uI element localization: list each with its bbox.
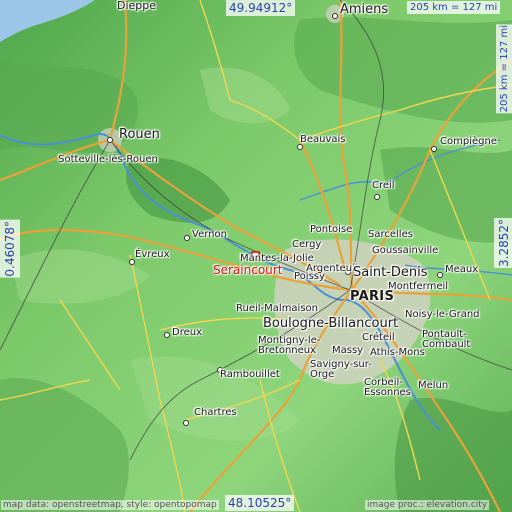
city-label-argenteuil: Argenteuil bbox=[306, 263, 358, 274]
city-label-paris: PARIS bbox=[350, 289, 395, 304]
city-label-sarcelles: Sarcelles bbox=[368, 229, 413, 240]
right-longitude-label: 3.2852° bbox=[494, 218, 512, 268]
city-label-montfermeil: Montfermeil bbox=[388, 281, 449, 292]
city-label-pontoise: Pontoise bbox=[310, 224, 353, 235]
horizontal-scale-label: 205 km = 127 mi bbox=[407, 1, 501, 14]
bottom-latitude-label: 48.10525° bbox=[225, 495, 295, 511]
city-label-boulogne: Boulogne-Billancourt bbox=[263, 316, 399, 331]
city-label-massy: Massy bbox=[332, 345, 364, 356]
city-label-rueil: Rueil-Malmaison bbox=[236, 303, 319, 314]
city-label-pontault: Pontault-Combault bbox=[422, 329, 471, 350]
city-label-evreux: Évreux bbox=[135, 249, 170, 260]
map-view[interactable]: Dieppe Amiens Rouen Sotteville-lès-Rouen… bbox=[0, 0, 512, 512]
city-label-creil: Creil bbox=[372, 180, 395, 191]
city-label-vernon: Vernon bbox=[192, 229, 227, 240]
selected-town-label: Seraincourt bbox=[213, 263, 283, 277]
city-label-amiens: Amiens bbox=[340, 2, 389, 17]
city-label-compiegne: Compiègne bbox=[440, 136, 497, 147]
city-label-athis: Athis-Mons bbox=[370, 347, 425, 358]
left-longitude-label: 0.46078° bbox=[0, 220, 20, 278]
city-label-meaux: Meaux bbox=[445, 264, 479, 275]
city-label-montigny: Montigny-le-Bretonneux bbox=[258, 335, 321, 356]
city-label-rambouillet: Rambouillet bbox=[220, 369, 280, 380]
city-label-cergy: Cergy bbox=[292, 239, 322, 250]
city-label-dreux: Dreux bbox=[172, 327, 202, 338]
city-label-saint-denis: Saint-Denis bbox=[353, 265, 428, 280]
city-label-melun: Melun bbox=[418, 380, 449, 391]
city-label-creteil: Créteil bbox=[362, 332, 395, 343]
vertical-scale-label: 205 km = 127 mi bbox=[496, 24, 512, 114]
city-label-rouen: Rouen bbox=[119, 127, 160, 142]
image-credit: image proc.: elevation.city bbox=[365, 500, 490, 510]
top-latitude-label: 49.94912° bbox=[226, 0, 296, 16]
city-label-chartres: Chartres bbox=[194, 407, 237, 418]
city-label-sotteville: Sotteville-lès-Rouen bbox=[58, 154, 158, 165]
city-label-corbeil: Corbeil-Essonnes bbox=[364, 377, 411, 398]
city-label-dieppe: Dieppe bbox=[117, 0, 157, 12]
city-label-noisy: Noisy-le-Grand bbox=[405, 309, 480, 320]
map-credit: map data: openstreetmap, style: opentopo… bbox=[1, 500, 219, 510]
city-label-beauvais: Beauvais bbox=[300, 134, 346, 145]
city-label-goussainville: Goussainville bbox=[372, 245, 439, 256]
